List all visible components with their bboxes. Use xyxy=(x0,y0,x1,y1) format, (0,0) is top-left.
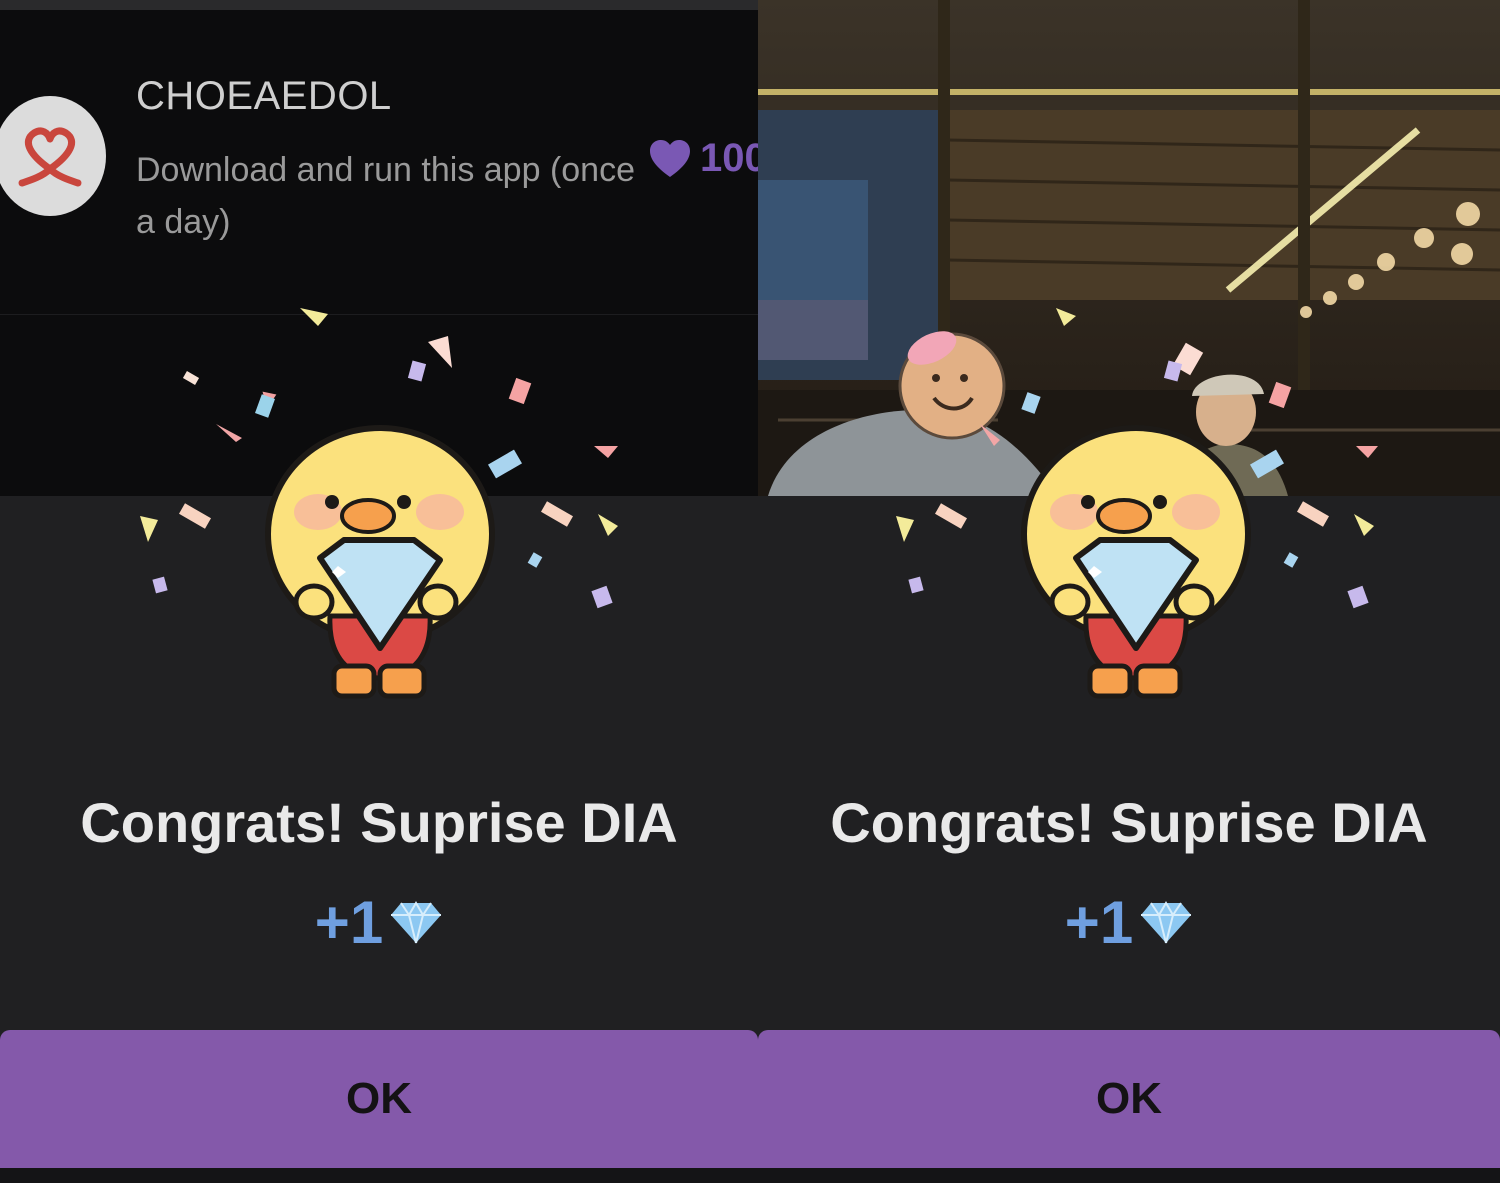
left-screenshot: CHOEAEDOL Download and run this app (onc… xyxy=(0,0,758,1183)
app-description: Download and run this app (once a day) xyxy=(136,151,635,241)
diamond-icon xyxy=(391,900,442,943)
congrats-title: Congrats! Suprise DIA xyxy=(830,791,1428,854)
diamond-icon xyxy=(1141,900,1192,943)
status-strip xyxy=(0,0,758,10)
bottom-strip xyxy=(758,1168,1500,1183)
heart-icon xyxy=(650,139,690,177)
right-screenshot: Congrats! Suprise DIA +1 OK xyxy=(758,0,1500,1183)
duck-mascot-icon xyxy=(118,296,638,716)
ok-button[interactable]: OK xyxy=(758,1030,1500,1168)
reward-amount: +1 xyxy=(314,889,384,956)
heart-reward: 100 xyxy=(648,136,758,181)
reward-line: +1 xyxy=(0,888,758,957)
heart-reward-amount: 100 xyxy=(700,136,758,180)
duck-mascot-icon xyxy=(874,296,1394,716)
reward-amount: +1 xyxy=(1064,889,1134,956)
bottom-strip xyxy=(0,1168,758,1183)
ok-button[interactable]: OK xyxy=(0,1030,758,1168)
congrats-title: Congrats! Suprise DIA xyxy=(80,791,678,854)
app-name: CHOEAEDOL xyxy=(136,74,392,118)
reward-line: +1 xyxy=(758,888,1500,957)
